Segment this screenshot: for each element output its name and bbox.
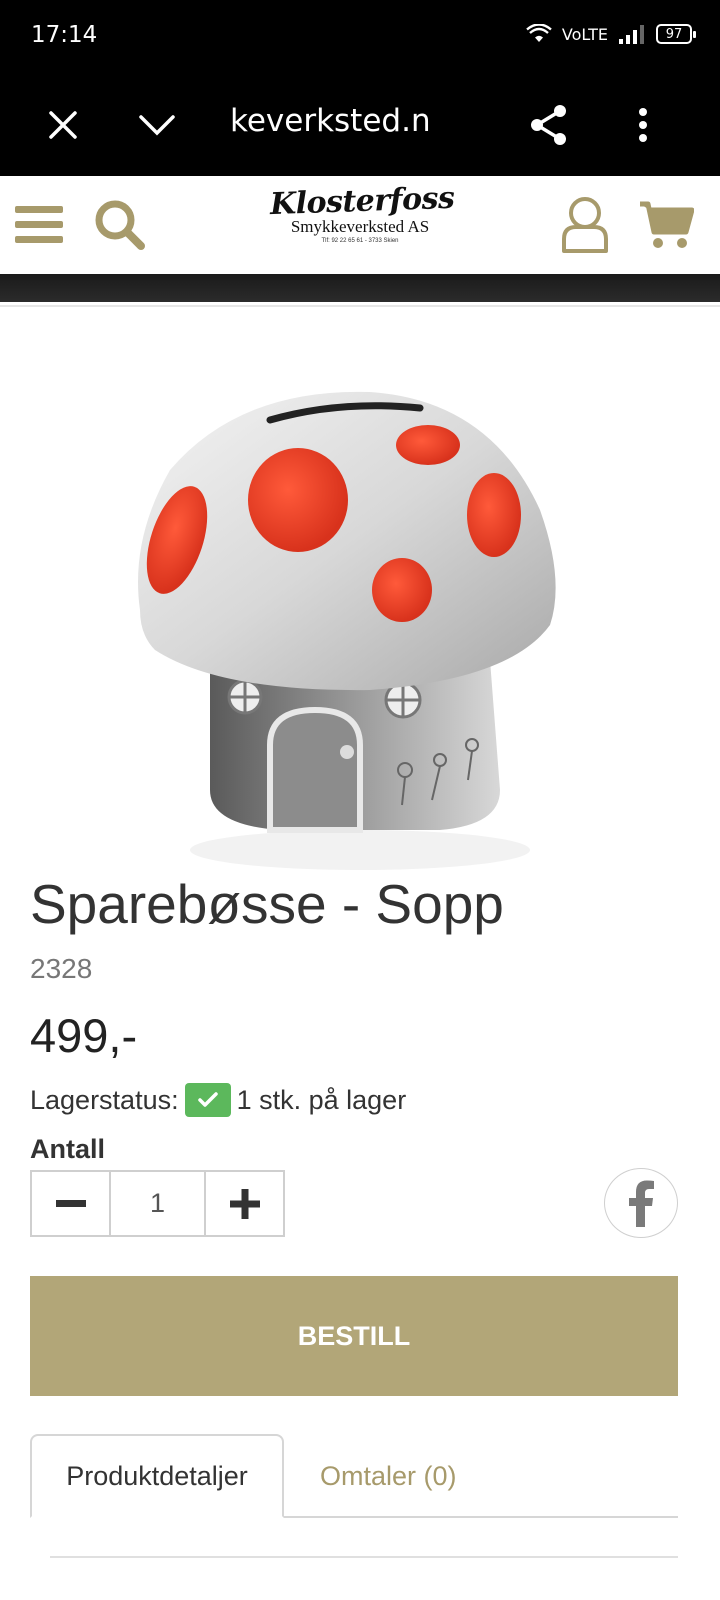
logo-name: Klosterfoss [269, 180, 455, 223]
check-icon [184, 1083, 231, 1117]
status-bar: 17:14 VoLTE 97 [0, 0, 720, 75]
quantity-stepper: 1 [30, 1170, 285, 1237]
divider [0, 305, 720, 307]
battery-icon: 97 [656, 24, 696, 44]
minus-icon [55, 1199, 86, 1207]
decrease-quantity-button[interactable] [32, 1172, 109, 1235]
quantity-input[interactable]: 1 [109, 1172, 206, 1235]
site-header: Klosterfoss Smykkeverksted AS Tlf: 92 22… [0, 176, 720, 274]
header-shadow-band [0, 274, 720, 302]
tab-reviews[interactable]: Omtaler (0) [320, 1434, 457, 1518]
quantity-label: Antall [30, 1134, 106, 1164]
product-tabs: Produktdetaljer Omtaler (0) [30, 1434, 678, 1518]
product-image[interactable] [110, 360, 590, 880]
content-divider [50, 1556, 678, 1558]
chevron-down-icon[interactable] [129, 97, 185, 153]
product-title: Sparebøsse - Sopp [30, 873, 504, 935]
user-icon[interactable] [559, 194, 611, 254]
stock-label: Lagerstatus: [30, 1084, 179, 1115]
cart-icon[interactable] [638, 200, 694, 250]
increase-quantity-button[interactable] [206, 1172, 283, 1235]
status-time: 17:14 [31, 22, 98, 48]
product-sku: 2328 [30, 953, 93, 984]
close-icon[interactable] [35, 97, 91, 153]
signal-icon [619, 25, 644, 44]
logo-phone: Tlf: 92 22 65 61 - 3733 Skien [321, 238, 399, 244]
share-icon[interactable] [521, 97, 577, 153]
wifi-icon [526, 24, 552, 42]
status-icons: VoLTE 97 [526, 24, 696, 44]
browser-toolbar: keverksted.no [0, 75, 720, 176]
battery-level: 97 [665, 26, 683, 42]
order-button[interactable]: BESTILL [30, 1276, 678, 1396]
logo[interactable]: Klosterfoss Smykkeverksted AS Tlf: 92 22… [269, 180, 455, 268]
more-vert-icon[interactable] [615, 97, 671, 153]
tab-product-details[interactable]: Produktdetaljer [30, 1434, 284, 1518]
search-icon[interactable] [92, 198, 148, 252]
network-type: VoLTE [561, 24, 608, 44]
facebook-icon [629, 1180, 654, 1227]
facebook-share-button[interactable] [604, 1168, 678, 1238]
url-bar[interactable]: keverksted.no [230, 103, 430, 139]
product-price: 499,- [30, 1009, 138, 1062]
plus-icon [229, 1188, 260, 1219]
stock-value: 1 stk. på lager [236, 1084, 407, 1115]
stock-status: Lagerstatus: 1 stk. på lager [30, 1082, 406, 1118]
menu-icon[interactable] [14, 202, 64, 246]
